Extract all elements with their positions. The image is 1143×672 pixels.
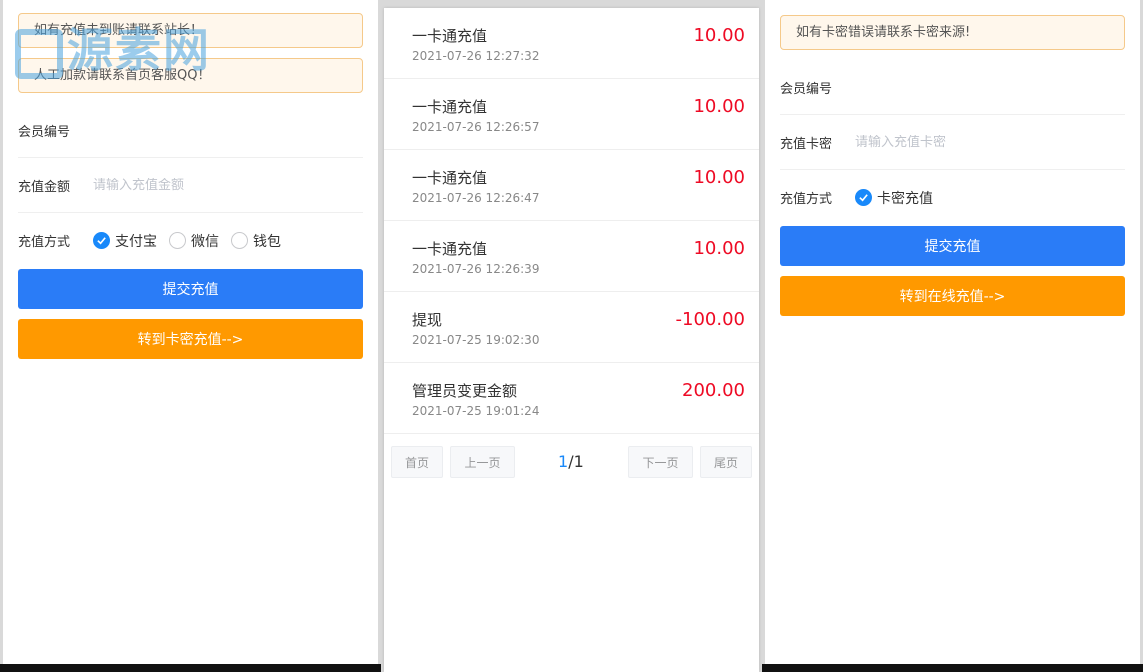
record-amount: 200.00 [682,380,745,401]
record-amount: 10.00 [693,167,745,188]
page-indicator: 1/1 [558,452,584,471]
record-time: 2021-07-25 19:01:24 [412,404,540,418]
radio-card[interactable]: 卡密充值 [855,188,933,208]
amount-row: 充值金额 [18,158,363,213]
member-label: 会员编号 [780,81,833,97]
record-time: 2021-07-26 12:26:47 [412,191,540,205]
last-page-button[interactable]: 尾页 [700,446,752,478]
prev-page-button[interactable]: 上一页 [450,446,515,478]
current-page: 1 [558,452,569,471]
radio-alipay[interactable]: 支付宝 [93,231,157,251]
card-row: 充值卡密 [780,115,1125,170]
checkmark-icon [855,189,872,206]
record-item: 一卡通充值 2021-07-26 12:26:57 10.00 [384,79,759,150]
method-row: 充值方式 支付宝 微信 钱包 [18,213,363,268]
amount-label: 充值金额 [18,179,71,195]
record-title: 一卡通充值 [412,240,488,258]
pagination: 首页 上一页 1/1 下一页 尾页 [384,446,759,478]
member-row: 会员编号 [780,60,1125,115]
next-page-button[interactable]: 下一页 [628,446,693,478]
method-row: 充值方式 卡密充值 [780,170,1125,225]
record-item: 一卡通充值 2021-07-26 12:26:47 10.00 [384,150,759,221]
submit-card-button[interactable]: 提交充值 [780,226,1125,266]
record-title: 提现 [412,311,443,329]
card-input[interactable] [855,134,1075,150]
total-pages: 1 [573,452,584,471]
record-time: 2021-07-26 12:27:32 [412,49,540,63]
notice-card-error: 如有卡密错误请联系卡密来源! [780,15,1125,50]
record-item: 管理员变更金额 2021-07-25 19:01:24 200.00 [384,363,759,434]
checkmark-icon [93,232,110,249]
method-label: 充值方式 [18,235,71,250]
radio-wallet-label: 钱包 [253,233,281,250]
radio-wechat[interactable]: 微信 [169,231,219,251]
record-item: 一卡通充值 2021-07-26 12:27:32 10.00 [384,8,759,79]
online-recharge-panel: 如有充值未到账请联系站长！ 人工加款请联系首页客服QQ！ 会员编号 充值金额 充… [3,0,378,666]
card-recharge-panel: 如有卡密错误请联系卡密来源! 会员编号 充值卡密 充值方式 卡密充值 提交充值 … [765,0,1140,664]
card-label: 充值卡密 [780,136,833,152]
record-amount: 10.00 [693,238,745,259]
radio-circle-icon [231,232,248,249]
member-row: 会员编号 [18,103,363,158]
notice-unpaid: 如有充值未到账请联系站长！ [18,13,363,48]
radio-circle-icon [169,232,186,249]
record-time: 2021-07-25 19:02:30 [412,333,540,347]
record-title: 一卡通充值 [412,169,488,187]
record-amount: 10.00 [693,25,745,46]
record-item: 提现 2021-07-25 19:02:30 -100.00 [384,292,759,363]
submit-recharge-button[interactable]: 提交充值 [18,269,363,309]
bottom-bar-right [762,664,1143,672]
records-panel: 一卡通充值 2021-07-26 12:27:32 10.00 一卡通充值 2021-0… [384,8,759,672]
record-time: 2021-07-26 12:26:39 [412,262,540,276]
radio-wechat-label: 微信 [191,233,219,250]
radio-card-label: 卡密充值 [877,190,933,207]
notice-manual-add: 人工加款请联系首页客服QQ！ [18,58,363,93]
method-label: 充值方式 [780,192,833,207]
radio-wallet[interactable]: 钱包 [231,231,281,251]
record-amount: -100.00 [675,309,745,330]
member-label: 会员编号 [18,124,71,140]
record-item: 一卡通充值 2021-07-26 12:26:39 10.00 [384,221,759,292]
switch-to-card-button[interactable]: 转到卡密充值--> [18,319,363,359]
bottom-bar-left [0,664,381,672]
first-page-button[interactable]: 首页 [391,446,443,478]
record-title: 管理员变更金额 [412,382,518,400]
switch-to-online-button[interactable]: 转到在线充值--> [780,276,1125,316]
record-title: 一卡通充值 [412,27,488,45]
record-time: 2021-07-26 12:26:57 [412,120,540,134]
radio-alipay-label: 支付宝 [115,233,157,250]
record-title: 一卡通充值 [412,98,488,116]
amount-input[interactable] [93,177,313,193]
record-amount: 10.00 [693,96,745,117]
